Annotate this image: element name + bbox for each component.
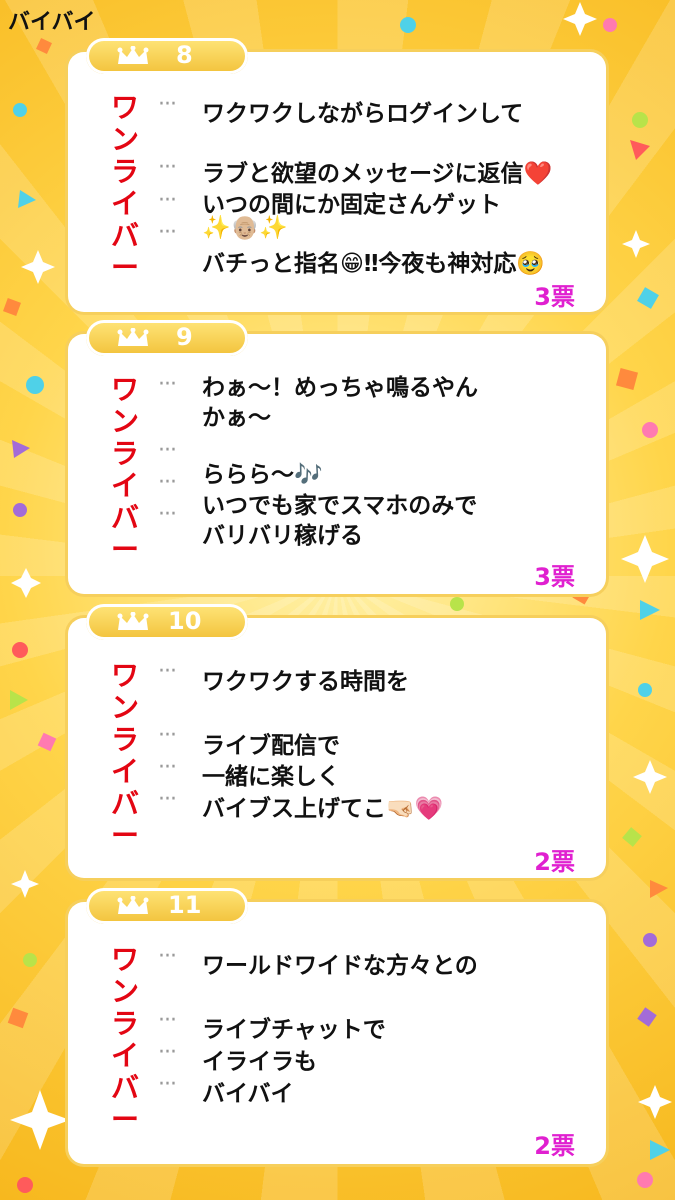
entry-line: ららら〜🎶: [202, 462, 323, 488]
dots-icon: ···: [158, 1008, 177, 1033]
rank-number: 11: [168, 891, 202, 919]
dots-icon: ···: [158, 755, 177, 780]
entry-line: ワクワクする時間を: [202, 669, 409, 695]
entry-line: バイバイ: [202, 1081, 294, 1107]
vote-count: 2票: [534, 848, 575, 876]
dots-icon: ···: [158, 188, 177, 213]
vertical-label: ワンライバー: [110, 659, 139, 852]
dots-icon: ···: [158, 372, 177, 397]
entry-line: ライブ配信で: [202, 733, 340, 759]
entry-line: ラブと欲望のメッセージに返信❤️: [202, 161, 553, 187]
dots-icon: ···: [158, 502, 177, 527]
entry-line: ✨👴🏼✨: [202, 215, 288, 241]
rank-badge-11: 11: [86, 888, 248, 924]
vote-count: 3票: [534, 283, 575, 311]
dots-icon: ···: [158, 438, 177, 463]
rank-number: 10: [168, 607, 202, 635]
crown-icon: [117, 612, 149, 630]
dots-icon: ···: [158, 787, 177, 812]
vote-count: 2票: [534, 1132, 575, 1160]
entry-line: かぁ〜: [202, 405, 271, 431]
entry-line: わぁ〜！めっちゃ鳴るやん: [202, 375, 478, 401]
rank-number: 9: [176, 323, 193, 351]
crown-icon: [117, 328, 149, 346]
entry-line: バリバリ稼げる: [202, 523, 363, 549]
entry-line: バチっと指名😁‼今夜も神対応🥹: [202, 251, 546, 277]
dots-icon: ···: [158, 659, 177, 684]
vertical-label: ワンライバー: [110, 91, 139, 284]
vertical-label: ワンライバー: [110, 373, 139, 566]
rank-badge-8: 8: [86, 38, 248, 74]
dots-icon: ···: [158, 1072, 177, 1097]
dots-icon: ···: [158, 944, 177, 969]
dots-icon: ···: [158, 1040, 177, 1065]
vertical-label: ワンライバー: [110, 943, 139, 1136]
crown-icon: [117, 896, 149, 914]
rank-badge-9: 9: [86, 320, 248, 356]
entry-line: ライブチャットで: [202, 1017, 386, 1043]
dots-icon: ···: [158, 470, 177, 495]
entry-line: イライラも: [202, 1049, 317, 1075]
dots-icon: ···: [158, 155, 177, 180]
entry-line: いつでも家でスマホのみで: [202, 493, 478, 519]
dots-icon: ···: [158, 92, 177, 117]
top-caption: バイバイ: [8, 10, 96, 35]
entry-line: ワクワクしながらログインして: [202, 101, 524, 127]
crown-icon: [117, 46, 149, 64]
vote-count: 3票: [534, 563, 575, 591]
dots-icon: ···: [158, 220, 177, 245]
entry-line: バイブス上げてこ🤜🏻💗: [202, 796, 444, 822]
rank-badge-10: 10: [86, 604, 248, 640]
entry-line: 一緒に楽しく: [202, 764, 340, 790]
rank-number: 8: [176, 41, 193, 69]
entry-line: ワールドワイドな方々との: [202, 953, 478, 979]
dots-icon: ···: [158, 723, 177, 748]
